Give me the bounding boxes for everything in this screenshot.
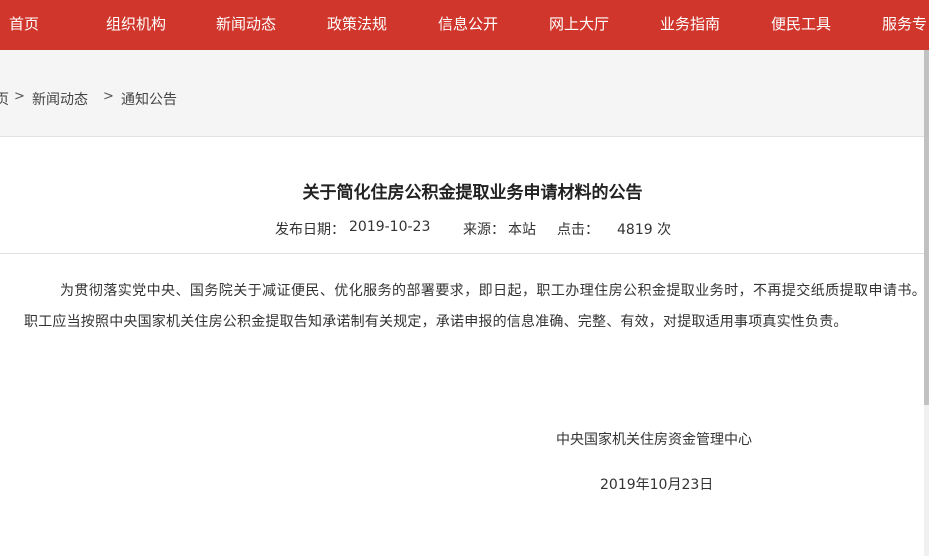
views-count: 4819 次 xyxy=(617,222,672,238)
breadcrumb-separator: > xyxy=(103,89,114,104)
article-signer: 中央国家机关住房资金管理中心 xyxy=(556,432,752,448)
article-sign-date: 2019年10月23日 xyxy=(600,477,714,493)
nav-item-information-disclosure[interactable]: 信息公开 xyxy=(438,0,498,50)
nav-item-online-hall[interactable]: 网上大厅 xyxy=(549,0,609,50)
nav-item-home[interactable]: 首页 xyxy=(9,0,39,50)
page: 首页 组织机构 新闻动态 政策法规 信息公开 网上大厅 业务指南 便民工具 服务… xyxy=(0,0,929,556)
content-divider xyxy=(0,253,929,254)
breadcrumb-item-home[interactable]: 页 xyxy=(0,89,9,109)
breadcrumb-item-notices[interactable]: 通知公告 xyxy=(121,89,177,109)
publish-date-label: 发布日期： xyxy=(275,222,345,238)
nav-item-news[interactable]: 新闻动态 xyxy=(216,0,276,50)
breadcrumb-item-news[interactable]: 新闻动态 xyxy=(32,89,88,109)
article-body: 为贯彻落实党中央、国务院关于减证便民、优化服务的部署要求，即日起，职工办理住房公… xyxy=(24,283,926,330)
source-label: 来源： xyxy=(463,222,505,238)
views-label: 点击： xyxy=(557,222,599,238)
nav-item-policies[interactable]: 政策法规 xyxy=(327,0,387,50)
nav-item-service-special[interactable]: 服务专 xyxy=(882,0,927,50)
breadcrumb-separator: > xyxy=(14,89,25,104)
source-value: 本站 xyxy=(508,222,536,238)
article-title: 关于简化住房公积金提取业务申请材料的公告 xyxy=(302,183,643,203)
publish-date: 2019-10-23 xyxy=(349,219,431,235)
scrollbar-thumb[interactable] xyxy=(924,50,929,405)
nav-item-organization[interactable]: 组织机构 xyxy=(106,0,166,50)
top-navigation-bar: 首页 组织机构 新闻动态 政策法规 信息公开 网上大厅 业务指南 便民工具 服务… xyxy=(0,0,929,50)
nav-item-convenience-tools[interactable]: 便民工具 xyxy=(771,0,831,50)
breadcrumb: 页 > 新闻动态 > 通知公告 xyxy=(0,50,929,137)
nav-item-service-guide[interactable]: 业务指南 xyxy=(660,0,720,50)
